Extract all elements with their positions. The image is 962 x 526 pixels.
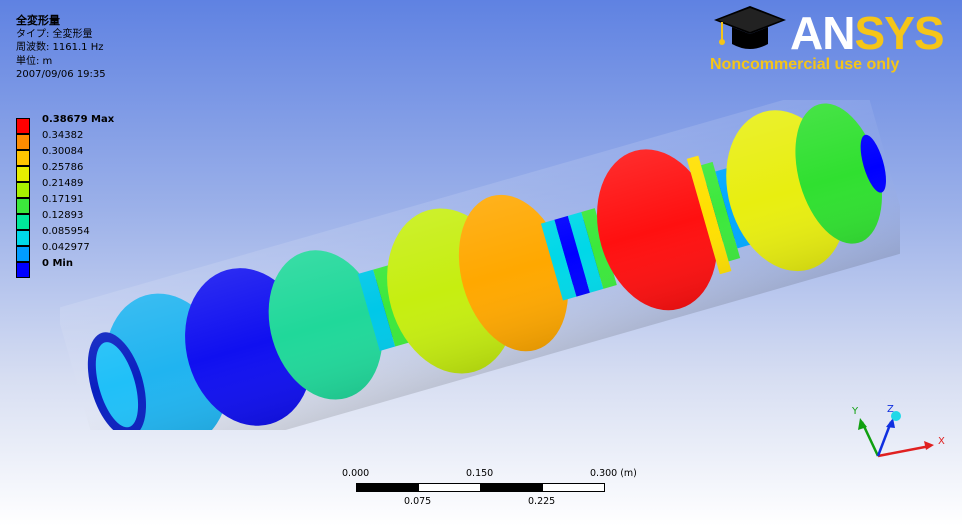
z-axis-label: Z	[887, 404, 894, 415]
legend-label: 0.12893	[42, 210, 84, 221]
ansys-wordmark: ANSYS	[790, 7, 945, 59]
ansys-logo: ANSYS Noncommercial use only	[704, 2, 945, 82]
legend-entry: 0.30084	[16, 146, 216, 166]
legend-label: 0.34382	[42, 130, 84, 141]
legend-swatch	[16, 262, 30, 278]
legend-label: 0.38679 Max	[42, 114, 115, 125]
scale-segment	[480, 483, 543, 492]
scale-bar: 0.000 0.150 0.300 (m) 0.075 0.225	[330, 466, 650, 516]
noncommercial-label: Noncommercial use only	[710, 56, 900, 73]
legend-entry: 0.12893	[16, 210, 216, 230]
result-title: 全変形量	[16, 14, 60, 27]
result-type: タイプ: 全変形量	[16, 28, 93, 40]
result-timestamp: 2007/09/06 19:35	[16, 69, 106, 80]
legend-entry: 0.21489	[16, 178, 216, 198]
legend-entry: 0.25786	[16, 162, 216, 182]
legend-entry: 0.085954	[16, 226, 216, 246]
legend-entry: 0 Min	[16, 258, 216, 278]
x-axis-arrowhead	[924, 441, 934, 450]
legend-entry: 0.38679 Max	[16, 114, 216, 134]
legend-label: 0.30084	[42, 146, 84, 157]
scale-segment	[418, 483, 481, 492]
legend-label: 0.17191	[42, 194, 84, 205]
graduation-cap-icon	[714, 6, 786, 49]
ansys-wordmark-an: AN	[790, 7, 855, 59]
scale-label-top: 0.300 (m)	[590, 468, 637, 479]
result-frequency: 周波数: 1161.1 Hz	[16, 42, 104, 53]
result-unit: 単位: m	[16, 55, 53, 67]
scale-segment	[356, 483, 419, 492]
scale-segment	[542, 483, 605, 492]
legend-entry: 0.17191	[16, 194, 216, 214]
scale-label-top: 0.000	[342, 468, 370, 479]
x-axis-arrow	[877, 444, 931, 458]
y-axis-label: Y	[851, 406, 859, 417]
legend-entry: 0.042977	[16, 242, 216, 262]
graphics-viewport[interactable]: 全変形量 タイプ: 全変形量 周波数: 1161.1 Hz 単位: m 2007…	[0, 0, 962, 526]
scale-label-top: 0.150	[466, 468, 494, 479]
scale-label-bottom: 0.075	[404, 496, 432, 507]
legend-label: 0.042977	[42, 242, 90, 253]
scale-label-bottom: 0.225	[528, 496, 556, 507]
legend-label: 0.085954	[42, 226, 90, 237]
legend-label: 0.21489	[42, 178, 84, 189]
legend-label: 0 Min	[42, 258, 73, 269]
legend-entry: 0.34382	[16, 130, 216, 150]
result-info: 全変形量 タイプ: 全変形量 周波数: 1161.1 Hz 単位: m 2007…	[16, 14, 106, 82]
coordinate-triad[interactable]: X Y Z	[838, 396, 948, 472]
x-axis-label: X	[938, 436, 945, 447]
ansys-wordmark-sys: SYS	[854, 7, 944, 59]
legend-label: 0.25786	[42, 162, 84, 173]
